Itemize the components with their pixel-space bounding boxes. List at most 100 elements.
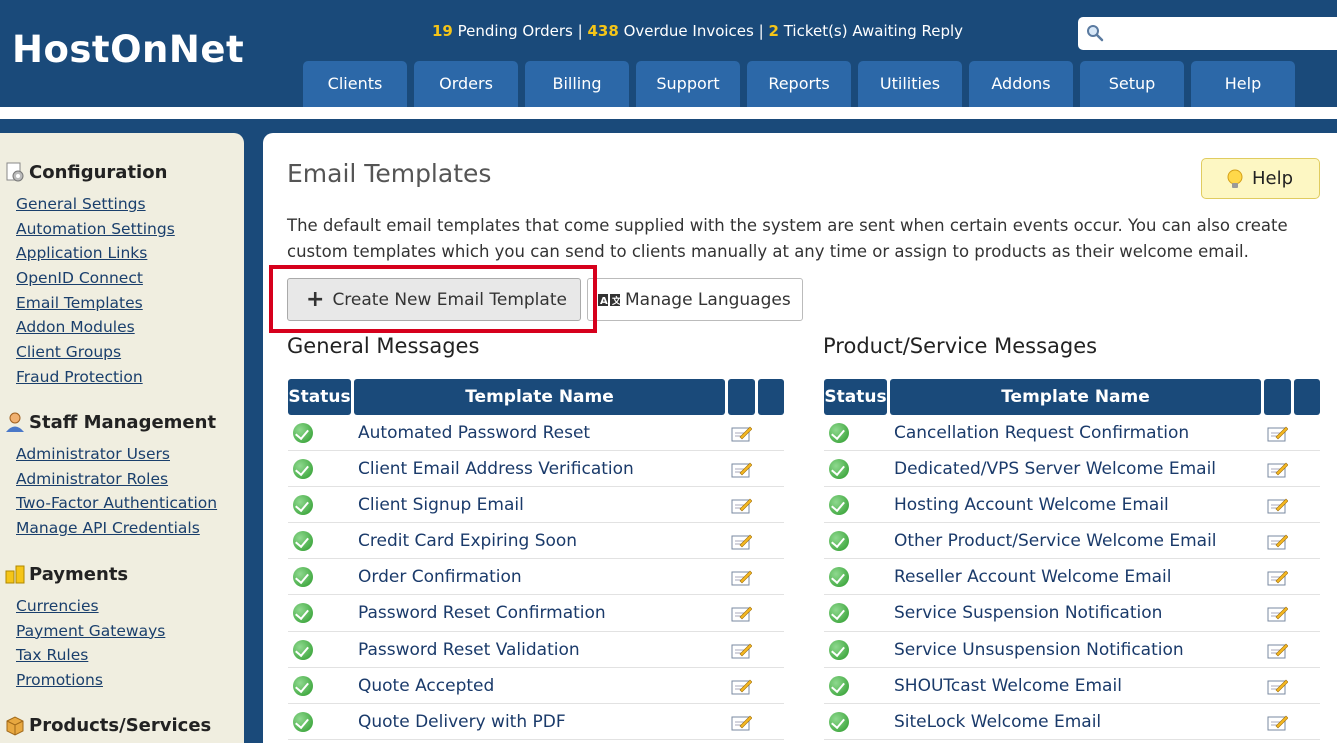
tickets-label[interactable]: Ticket(s) Awaiting Reply: [784, 22, 963, 40]
edit-icon[interactable]: [731, 497, 752, 514]
template-name-link[interactable]: Service Suspension Notification: [894, 595, 1162, 631]
sidebar-link-addon-modules[interactable]: Addon Modules: [16, 315, 175, 340]
table-row: Automated Password Reset: [288, 415, 784, 452]
stats-separator: |: [577, 22, 583, 40]
nav-tab-setup[interactable]: Setup: [1080, 61, 1184, 107]
search-input[interactable]: [1078, 17, 1337, 50]
active-check-icon: [293, 423, 313, 443]
sidebar-link-openid-connect[interactable]: OpenID Connect: [16, 266, 175, 291]
sidebar-section-payments: Payments Currencies Payment Gateways Tax Ru…: [0, 562, 165, 693]
template-name-link[interactable]: Credit Card Expiring Soon: [358, 523, 577, 559]
nav-tab-utilities[interactable]: Utilities: [858, 61, 962, 107]
sidebar-section-heading: Products/Services: [0, 713, 211, 737]
edit-icon[interactable]: [1267, 461, 1288, 478]
table-row: Other Product/Service Welcome Email: [824, 523, 1320, 560]
template-name-link[interactable]: Client Email Address Verification: [358, 451, 634, 487]
edit-icon[interactable]: [1267, 714, 1288, 731]
pending-orders-label[interactable]: Pending Orders: [458, 22, 573, 40]
template-name-link[interactable]: Reseller Account Welcome Email: [894, 559, 1172, 595]
template-name-link[interactable]: Password Reset Validation: [358, 632, 580, 668]
nav-tab-clients[interactable]: Clients: [303, 61, 407, 107]
sidebar-link-email-templates[interactable]: Email Templates: [16, 291, 175, 316]
nav-tab-help[interactable]: Help: [1191, 61, 1295, 107]
edit-icon[interactable]: [731, 678, 752, 695]
edit-icon[interactable]: [1267, 425, 1288, 442]
edit-icon[interactable]: [731, 714, 752, 731]
edit-icon[interactable]: [731, 533, 752, 550]
pending-orders-count[interactable]: 19: [432, 22, 453, 40]
general-messages-table: Status Template Name Automated Password Re…: [288, 379, 784, 740]
active-check-icon: [829, 531, 849, 552]
edit-icon[interactable]: [1267, 533, 1288, 550]
sidebar-link-payment-gateways[interactable]: Payment Gateways: [16, 619, 165, 644]
active-check-icon: [293, 675, 313, 696]
nav-tab-reports[interactable]: Reports: [747, 61, 851, 107]
edit-icon[interactable]: [1267, 569, 1288, 586]
overdue-invoices-label[interactable]: Overdue Invoices: [624, 22, 754, 40]
gear-page-icon: [6, 162, 24, 182]
edit-icon[interactable]: [731, 642, 752, 659]
template-name-link[interactable]: Hosting Account Welcome Email: [894, 487, 1169, 523]
active-check-icon: [829, 603, 849, 624]
sidebar-link-client-groups[interactable]: Client Groups: [16, 340, 175, 365]
template-name-link[interactable]: Automated Password Reset: [358, 415, 590, 451]
sidebar-link-administrator-users[interactable]: Administrator Users: [16, 442, 217, 467]
edit-icon[interactable]: [1267, 605, 1288, 622]
sidebar-section-heading: Configuration: [0, 160, 175, 184]
help-button[interactable]: Help: [1201, 158, 1320, 199]
table-row: Quote Accepted: [288, 668, 784, 704]
edit-icon[interactable]: [1267, 678, 1288, 695]
sidebar-link-administrator-roles[interactable]: Administrator Roles: [16, 467, 217, 492]
help-button-label: Help: [1252, 168, 1294, 189]
template-name-link[interactable]: Dedicated/VPS Server Welcome Email: [894, 451, 1216, 487]
sidebar-link-manage-api-credentials[interactable]: Manage API Credentials: [16, 516, 217, 541]
nav-tab-support[interactable]: Support: [636, 61, 740, 107]
sidebar-link-general-settings[interactable]: General Settings: [16, 192, 175, 217]
nav-tab-addons[interactable]: Addons: [969, 61, 1073, 107]
template-name-column-header: Template Name: [354, 379, 725, 415]
sidebar-link-list: Administrator Users Administrator Roles Tw…: [0, 442, 217, 541]
active-check-icon: [293, 603, 313, 624]
header-stats: 19 Pending Orders | 438 Overdue Invoices…: [432, 22, 963, 40]
sidebar-link-application-links[interactable]: Application Links: [16, 241, 175, 266]
template-name-link[interactable]: Other Product/Service Welcome Email: [894, 523, 1217, 559]
manage-languages-label: Manage Languages: [625, 289, 791, 310]
sidebar-link-automation-settings[interactable]: Automation Settings: [16, 217, 175, 242]
table-row: Password Reset Validation: [288, 632, 784, 668]
template-name-link[interactable]: Order Confirmation: [358, 559, 522, 595]
template-name-link[interactable]: Quote Delivery with PDF: [358, 704, 566, 740]
template-name-link[interactable]: Quote Accepted: [358, 668, 494, 704]
template-name-link[interactable]: Cancellation Request Confirmation: [894, 415, 1189, 451]
sidebar-link-promotions[interactable]: Promotions: [16, 668, 165, 693]
overdue-invoices-count[interactable]: 438: [587, 22, 618, 40]
template-name-link[interactable]: Password Reset Confirmation: [358, 595, 606, 631]
edit-icon[interactable]: [731, 461, 752, 478]
product-messages-title: Product/Service Messages: [823, 334, 1098, 358]
nav-tab-billing[interactable]: Billing: [525, 61, 629, 107]
edit-icon[interactable]: [1267, 497, 1288, 514]
manage-languages-button[interactable]: A 文 Manage Languages: [587, 278, 803, 321]
page-title: Email Templates: [287, 159, 492, 188]
sidebar-link-currencies[interactable]: Currencies: [16, 594, 165, 619]
template-name-link[interactable]: SHOUTcast Welcome Email: [894, 668, 1122, 704]
active-check-icon: [829, 459, 849, 480]
template-name-link[interactable]: Client Signup Email: [358, 487, 524, 523]
nav-tab-orders[interactable]: Orders: [414, 61, 518, 107]
sidebar-section-title: Configuration: [29, 161, 168, 183]
edit-icon[interactable]: [731, 605, 752, 622]
sidebar-section-heading: Staff Management: [0, 410, 217, 434]
lightbulb-icon: [1227, 169, 1243, 188]
sidebar-link-tax-rules[interactable]: Tax Rules: [16, 643, 165, 668]
edit-icon[interactable]: [1267, 642, 1288, 659]
tickets-count[interactable]: 2: [768, 22, 778, 40]
edit-icon[interactable]: [731, 425, 752, 442]
edit-icon[interactable]: [731, 569, 752, 586]
search-icon: [1087, 25, 1104, 42]
template-name-link[interactable]: SiteLock Welcome Email: [894, 704, 1101, 740]
template-name-link[interactable]: Service Unsuspension Notification: [894, 632, 1184, 668]
logo[interactable]: HostOnNet: [12, 28, 244, 71]
sidebar-link-fraud-protection[interactable]: Fraud Protection: [16, 365, 175, 390]
table-header: Status Template Name: [288, 379, 784, 415]
delete-column-header: [1294, 379, 1320, 415]
sidebar-link-two-factor-authentication[interactable]: Two-Factor Authentication: [16, 491, 217, 516]
